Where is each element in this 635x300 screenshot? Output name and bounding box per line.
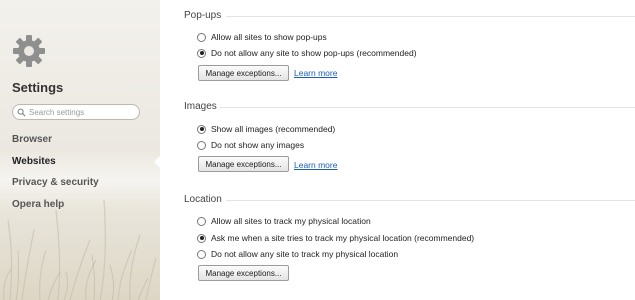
option-label: Do not allow any site to track my physic… [211, 249, 399, 259]
section-divider [226, 200, 635, 201]
radio-button[interactable] [197, 216, 206, 226]
settings-content: Pop-ups Allow all sites to show pop-ups … [160, 0, 635, 300]
option-label: Allow all sites to show pop-ups [211, 32, 327, 42]
popups-manage-exceptions-button[interactable]: Manage exceptions... [198, 65, 289, 81]
search-icon [17, 108, 26, 116]
location-ask-option[interactable]: Ask me when a site tries to track my phy… [197, 232, 474, 244]
images-hide-option[interactable]: Do not show any images [197, 139, 304, 151]
section-divider [226, 16, 635, 17]
section-divider [220, 107, 635, 108]
images-manage-exceptions-button[interactable]: Manage exceptions... [198, 156, 289, 172]
search-input[interactable] [29, 107, 139, 117]
radio-button[interactable] [197, 32, 206, 42]
images-section-title: Images [184, 101, 217, 112]
radio-button[interactable] [197, 124, 206, 134]
option-label: Do not show any images [211, 140, 305, 150]
popups-learn-more-link[interactable]: Learn more [294, 68, 337, 78]
sidebar-item-privacy-security[interactable]: Privacy & security [12, 176, 99, 198]
popups-section-title: Pop-ups [184, 10, 222, 21]
settings-title: Settings [12, 80, 64, 95]
location-block-option[interactable]: Do not allow any site to track my physic… [197, 248, 398, 260]
option-label: Show all images (recommended) [211, 124, 336, 134]
location-allow-option[interactable]: Allow all sites to track my physical loc… [197, 215, 371, 227]
option-label: Ask me when a site tries to track my phy… [211, 233, 475, 243]
popups-allow-option[interactable]: Allow all sites to show pop-ups [197, 31, 327, 43]
images-show-option[interactable]: Show all images (recommended) [197, 123, 335, 135]
location-section-title: Location [184, 194, 222, 205]
radio-button[interactable] [197, 48, 206, 58]
sidebar-item-browser[interactable]: Browser [12, 133, 99, 155]
radio-button[interactable] [197, 140, 206, 150]
option-label: Do not allow any site to show pop-ups (r… [211, 48, 417, 58]
sidebar: Settings Browser Websites Privacy & secu… [0, 0, 160, 300]
search-box[interactable] [12, 104, 140, 120]
sidebar-nav: Browser Websites Privacy & security Oper… [12, 133, 99, 219]
sidebar-item-websites[interactable]: Websites [12, 155, 99, 177]
option-label: Allow all sites to track my physical loc… [211, 216, 371, 226]
location-manage-exceptions-button[interactable]: Manage exceptions... [198, 265, 289, 281]
images-learn-more-link[interactable]: Learn more [294, 160, 337, 170]
radio-button[interactable] [197, 233, 206, 243]
radio-button[interactable] [197, 249, 206, 259]
sidebar-item-opera-help[interactable]: Opera help [12, 198, 99, 220]
popups-block-option[interactable]: Do not allow any site to show pop-ups (r… [197, 47, 417, 59]
gear-icon [13, 35, 45, 67]
